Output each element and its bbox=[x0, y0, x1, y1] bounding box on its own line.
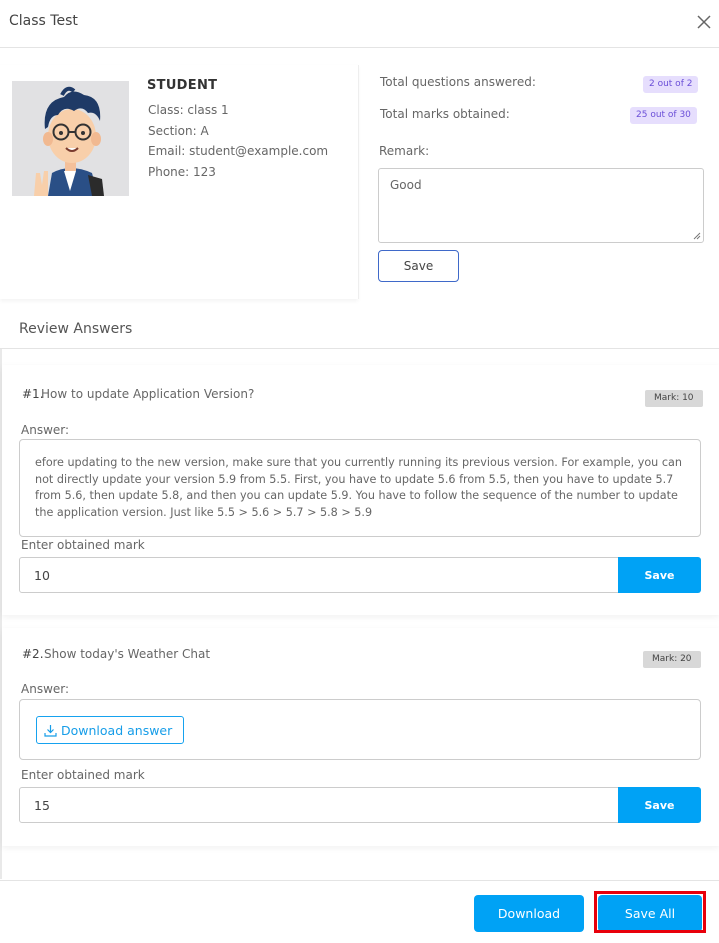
download-answer-label: Download answer bbox=[61, 722, 173, 738]
remark-label: Remark: bbox=[379, 144, 430, 158]
remark-value: Good bbox=[390, 178, 422, 192]
question-text: How to update Application Version? bbox=[41, 387, 255, 401]
obtained-mark-label: Enter obtained mark bbox=[21, 538, 145, 552]
modal-title: Class Test bbox=[9, 13, 78, 29]
question-text: Show today's Weather Chat bbox=[44, 647, 211, 661]
download-button[interactable]: Download bbox=[474, 895, 584, 932]
obtained-mark-input[interactable]: 10 bbox=[19, 557, 619, 593]
download-icon bbox=[44, 724, 57, 737]
answer-label: Answer: bbox=[21, 682, 70, 696]
remark-textarea[interactable]: Good bbox=[378, 168, 704, 243]
marks-obtained-badge: 25 out of 30 bbox=[630, 107, 697, 124]
answer-label: Answer: bbox=[21, 423, 70, 437]
student-profile-section: STUDENT Class: class 1 Section: A Email:… bbox=[0, 65, 719, 301]
question-card: #2. Show today's Weather Chat Mark: 20 A… bbox=[2, 628, 719, 846]
student-section: Section: A bbox=[148, 124, 209, 138]
save-all-highlight bbox=[594, 891, 706, 933]
obtained-mark-value: 15 bbox=[34, 797, 50, 813]
obtained-mark-label: Enter obtained mark bbox=[21, 768, 145, 782]
divider bbox=[0, 348, 719, 349]
answer-text: efore updating to the new version, make … bbox=[35, 456, 682, 519]
download-answer-button[interactable]: Download answer bbox=[36, 716, 184, 744]
student-class: Class: class 1 bbox=[148, 103, 229, 117]
student-avatar bbox=[12, 81, 129, 196]
remark-save-button[interactable]: Save bbox=[378, 250, 459, 282]
mark-badge: Mark: 20 bbox=[643, 651, 701, 668]
student-name: STUDENT bbox=[147, 78, 218, 93]
question-card: #1. How to update Application Version? M… bbox=[2, 365, 719, 615]
mark-save-button[interactable]: Save bbox=[618, 787, 701, 823]
obtained-mark-value: 10 bbox=[34, 567, 50, 583]
mark-save-button[interactable]: Save bbox=[618, 557, 701, 593]
modal-header: Class Test bbox=[0, 0, 719, 48]
close-icon[interactable] bbox=[696, 14, 712, 30]
profile-divider bbox=[358, 65, 359, 299]
marks-obtained-label: Total marks obtained: bbox=[380, 107, 510, 121]
obtained-mark-input[interactable]: 15 bbox=[19, 787, 619, 823]
review-answers-title: Review Answers bbox=[19, 321, 133, 337]
mark-badge: Mark: 10 bbox=[645, 390, 703, 407]
student-phone: Phone: 123 bbox=[148, 165, 216, 179]
resize-grip-icon[interactable] bbox=[693, 232, 701, 240]
questions-answered-label: Total questions answered: bbox=[380, 75, 536, 89]
answer-box: efore updating to the new version, make … bbox=[19, 439, 701, 537]
student-email: Email: student@example.com bbox=[148, 144, 329, 158]
questions-answered-badge: 2 out of 2 bbox=[643, 76, 699, 93]
answer-box: Download answer bbox=[19, 699, 701, 760]
question-number: #2. bbox=[22, 647, 44, 661]
student-info-panel: STUDENT Class: class 1 Section: A Email:… bbox=[0, 65, 358, 299]
